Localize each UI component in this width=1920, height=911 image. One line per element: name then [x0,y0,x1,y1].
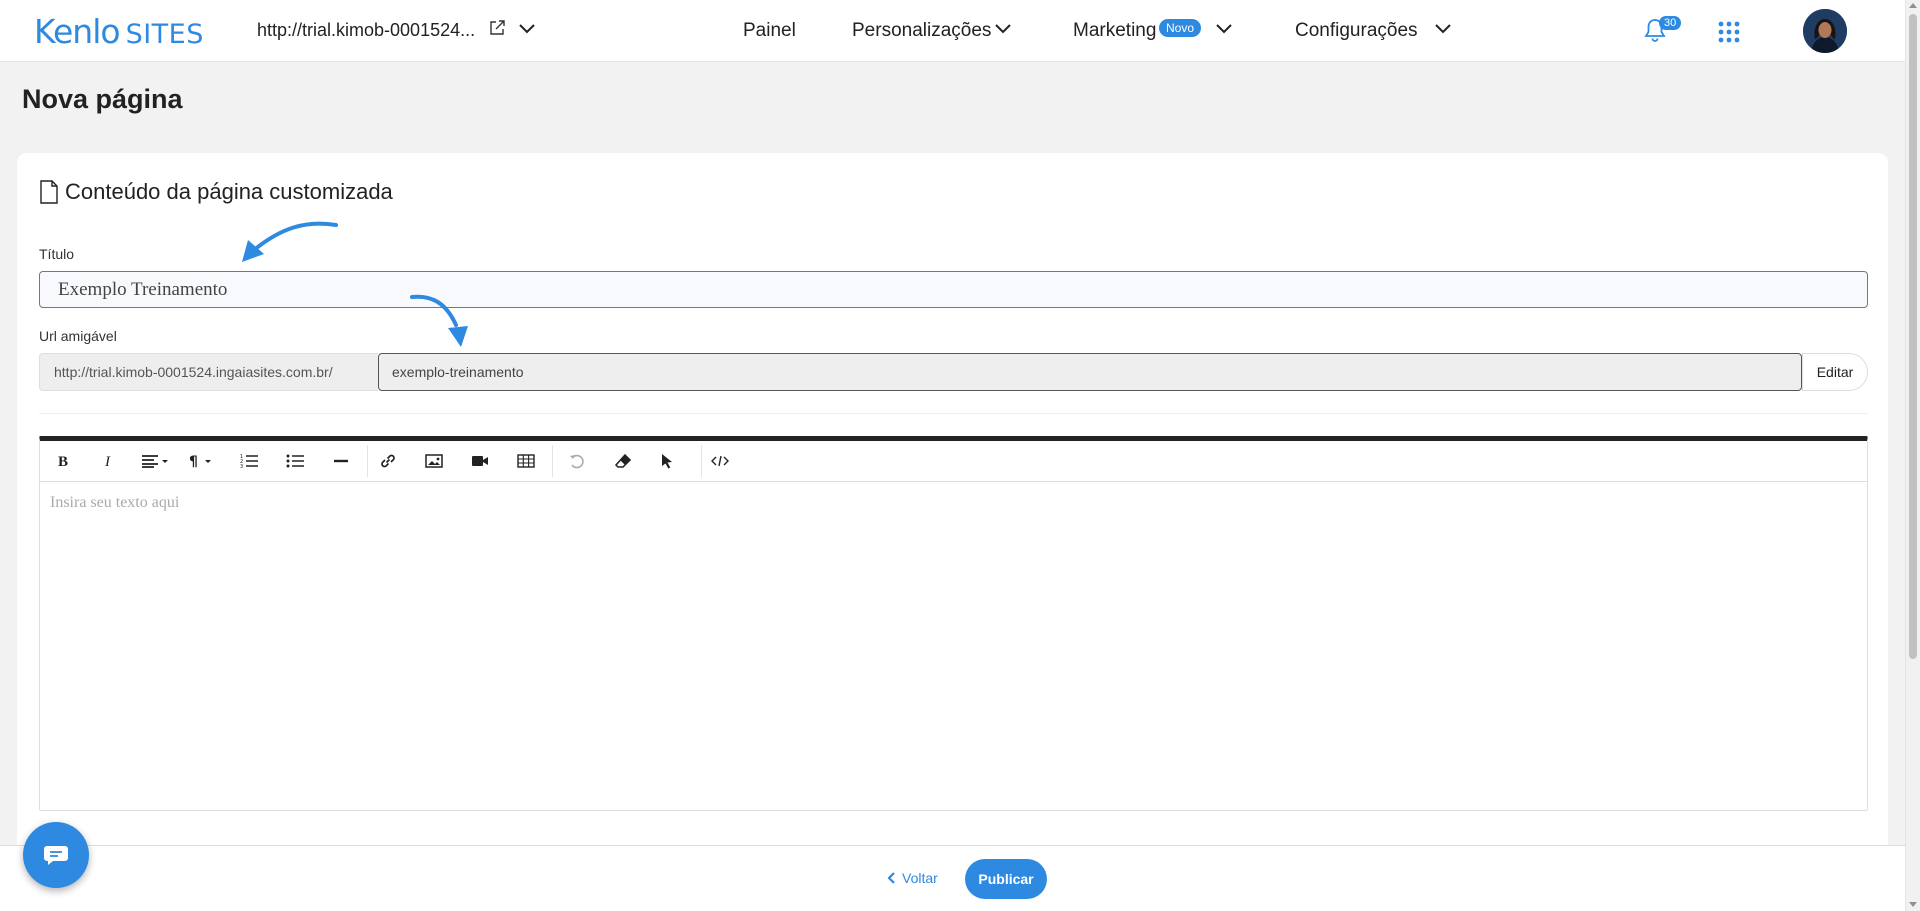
nav-painel[interactable]: Painel [743,20,796,42]
eraser-icon[interactable] [610,449,636,473]
nav-personalizacoes[interactable]: Personalizações [852,20,991,42]
nav-marketing[interactable]: Marketing [1073,20,1156,42]
action-footer: Voltar Publicar [0,845,1905,911]
chevron-down-icon[interactable] [1433,21,1453,37]
chat-button[interactable] [23,822,89,888]
notification-count-badge: 30 [1659,16,1682,30]
edit-url-button[interactable]: Editar [1802,353,1868,391]
paragraph-icon[interactable]: ¶ [186,449,218,473]
scrollbar-thumb[interactable] [1909,14,1917,659]
video-icon[interactable] [467,449,493,473]
logo-brand: Kenlo [34,12,121,51]
title-label: Título [39,246,75,262]
scroll-up-arrow-icon[interactable] [1909,3,1917,8]
bold-icon[interactable]: B [50,449,76,473]
friendly-url-input[interactable]: exemplo-treinamento [378,353,1802,391]
vertical-scrollbar[interactable] [1905,0,1920,911]
image-icon[interactable] [421,449,447,473]
apps-grid-icon[interactable] [1718,21,1740,43]
annotation-arrow-icon [410,294,468,347]
svg-text:¶: ¶ [189,454,198,469]
avatar[interactable] [1803,9,1847,53]
table-icon[interactable] [513,449,539,473]
chat-icon [44,846,68,865]
toolbar-separator [367,445,368,477]
chevron-down-icon[interactable] [1214,21,1234,37]
editor-placeholder: Insira seu texto aqui [50,494,180,511]
svg-text:3: 3 [240,464,243,469]
align-icon[interactable] [139,449,171,473]
toolbar-separator [701,445,702,477]
user-avatar-icon [1803,9,1847,53]
link-icon[interactable] [375,449,401,473]
back-button[interactable]: Voltar [888,870,938,886]
page-title: Nova página [22,84,183,114]
card-header: Conteúdo da página customizada [39,179,393,205]
chevron-left-icon [888,872,895,884]
back-button-label: Voltar [902,870,938,886]
scroll-down-arrow-icon[interactable] [1909,902,1917,907]
title-input[interactable]: Exemplo Treinamento [39,271,1868,308]
url-prefix: http://trial.kimob-0001524.ingaiasites.c… [39,353,378,391]
annotation-arrow-icon [242,221,338,262]
new-badge: Novo [1159,19,1202,37]
publish-button[interactable]: Publicar [965,859,1047,899]
friendly-url-label: Url amigável [39,328,117,344]
pointer-icon[interactable] [654,449,680,473]
kenlo-sites-logo[interactable]: Kenlo SITES [34,12,204,51]
ordered-list-icon[interactable]: 123 [236,449,262,473]
card-title: Conteúdo da página customizada [65,179,393,204]
site-url[interactable]: http://trial.kimob-0001524... [257,20,475,41]
document-icon [40,180,58,204]
undo-icon[interactable] [564,449,590,473]
chevron-down-icon[interactable] [993,21,1013,37]
svg-text:I: I [104,454,111,469]
top-navigation-bar: Kenlo SITES http://trial.kimob-0001524..… [0,0,1905,62]
rich-text-editor[interactable]: B I ¶ 123 Insira seu texto aqui [39,436,1868,811]
nav-configuracoes[interactable]: Configurações [1295,20,1418,42]
unordered-list-icon[interactable] [282,449,308,473]
external-link-icon[interactable] [488,19,506,37]
logo-product: SITES [125,19,204,50]
horizontal-rule-icon[interactable] [328,449,354,473]
code-icon[interactable] [707,449,733,473]
divider [39,413,1868,414]
toolbar-separator [552,445,553,477]
chevron-down-icon[interactable] [517,21,537,37]
editor-toolbar: B I ¶ 123 [40,441,1867,482]
italic-icon[interactable]: I [96,449,122,473]
svg-text:B: B [58,454,68,469]
